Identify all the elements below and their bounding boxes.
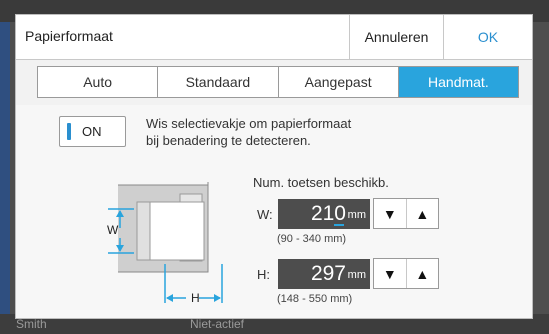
triangle-down-icon: ▼ <box>382 205 397 222</box>
ok-button[interactable]: OK <box>443 15 532 59</box>
tab-standard[interactable]: Standaard <box>158 67 279 97</box>
width-value: 210 <box>310 202 346 225</box>
dialog-title: Papierformaat <box>25 28 113 44</box>
height-unit: mm <box>347 269 366 281</box>
dialog-titlebar: Papierformaat Annuleren OK <box>16 15 532 60</box>
triangle-up-icon: ▲ <box>415 265 430 282</box>
tab-manual[interactable]: Handmat. <box>398 67 518 97</box>
paper-size-dialog: Papierformaat Annuleren OK Auto Standaar… <box>15 14 533 319</box>
numeric-keys-hint: Num. toetsen beschikb. <box>253 175 389 190</box>
background-sidebar <box>0 22 10 334</box>
toggle-label: ON <box>82 124 102 139</box>
height-increase-button[interactable]: ▲ <box>407 259 439 288</box>
cancel-button[interactable]: Annuleren <box>349 15 443 59</box>
width-label: W: <box>257 207 273 222</box>
height-dimension-label: H <box>191 291 200 305</box>
height-value-field[interactable]: 297 mm <box>278 259 370 289</box>
width-dimension-label: W <box>107 223 119 237</box>
height-range: (148 - 550 mm) <box>277 293 353 305</box>
triangle-down-icon: ▼ <box>382 265 397 282</box>
text-cursor <box>334 224 344 226</box>
triangle-up-icon: ▲ <box>415 205 430 222</box>
width-unit: mm <box>347 209 366 221</box>
height-decrease-button[interactable]: ▼ <box>374 259 407 288</box>
background-user: Smith <box>16 317 47 331</box>
height-stepper: ▼ ▲ <box>373 258 439 289</box>
width-range: (90 - 340 mm) <box>277 233 347 245</box>
tab-custom[interactable]: Aangepast <box>279 67 399 97</box>
toggle-indicator <box>67 123 71 140</box>
height-value: 297 <box>310 262 346 285</box>
paper-size-illustration <box>108 182 223 303</box>
auto-detect-toggle[interactable]: ON <box>59 116 126 147</box>
width-increase-button[interactable]: ▲ <box>407 199 439 228</box>
height-label: H: <box>257 267 270 282</box>
description-line-1: Wis selectievakje om papierformaat <box>146 116 352 131</box>
width-value-field[interactable]: 210 mm <box>278 199 370 229</box>
width-decrease-button[interactable]: ▼ <box>374 199 407 228</box>
paper-size-tabs: Auto Standaard Aangepast Handmat. <box>37 66 519 98</box>
width-stepper: ▼ ▲ <box>373 198 439 229</box>
auto-detect-description: Wis selectievakje om papierformaat bij b… <box>146 115 376 149</box>
background-status: Niet-actief <box>190 317 245 331</box>
tab-auto[interactable]: Auto <box>38 67 159 97</box>
description-line-2: bij benadering te detecteren. <box>146 133 311 148</box>
